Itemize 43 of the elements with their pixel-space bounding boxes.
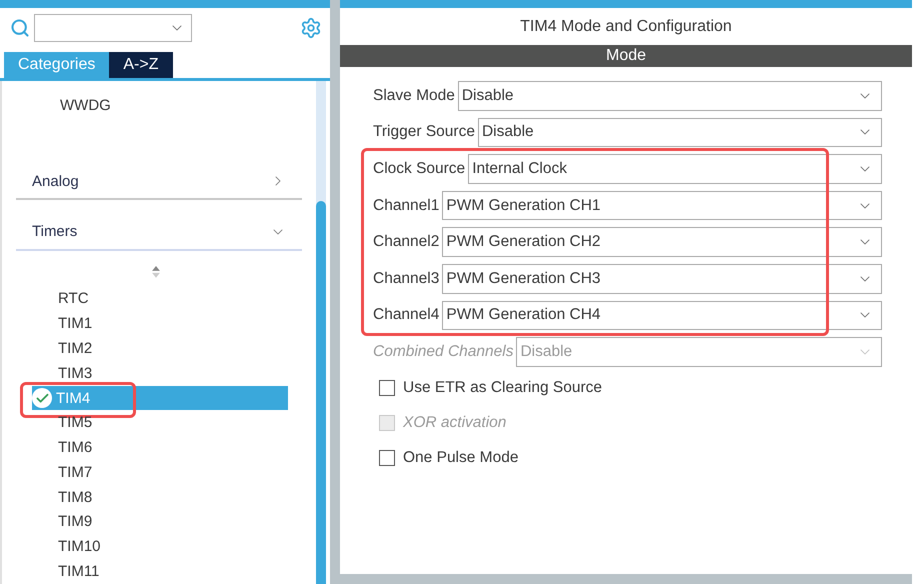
checkbox[interactable] xyxy=(379,450,395,466)
field-label: Channel1 xyxy=(373,196,440,215)
category-header[interactable]: Timers xyxy=(16,214,302,251)
dropdown[interactable]: Internal Clock xyxy=(468,154,882,184)
horizontal-scrollbar[interactable] xyxy=(340,574,912,584)
list-item[interactable]: TIM8 xyxy=(16,484,288,510)
category-header[interactable]: Analog xyxy=(16,164,302,200)
dropdown[interactable]: Disable xyxy=(458,81,882,111)
search-field[interactable] xyxy=(34,14,192,42)
list-item[interactable]: TIM7 xyxy=(16,460,288,485)
list-item[interactable]: TIM2 xyxy=(16,336,288,361)
checkbox[interactable] xyxy=(379,380,395,396)
list-item[interactable]: WWDG xyxy=(60,97,111,114)
list-item[interactable]: TIM11 xyxy=(16,559,288,584)
field-label: Channel4 xyxy=(373,306,440,324)
list-item[interactable]: TIM5 xyxy=(16,410,288,436)
checkbox-label: XOR activation xyxy=(403,414,506,432)
checkbox-label: Use ETR as Clearing Source xyxy=(403,378,602,397)
scrollbar-thumb[interactable] xyxy=(316,201,326,584)
list-item[interactable]: TIM6 xyxy=(16,435,288,460)
dropdown[interactable]: PWM Generation CH2 xyxy=(442,227,882,257)
dropdown[interactable]: PWM Generation CH3 xyxy=(442,264,882,294)
dropdown[interactable]: Disable xyxy=(478,118,882,148)
field-label: Combined Channels xyxy=(373,342,514,361)
section-header: Mode xyxy=(340,45,912,67)
field-label: Clock Source xyxy=(373,160,466,178)
sort-icon[interactable] xyxy=(151,264,161,278)
list-item[interactable]: RTC xyxy=(16,286,288,312)
field-label: Channel2 xyxy=(373,233,440,252)
field-label: Channel3 xyxy=(373,270,440,288)
list-item[interactable]: TIM3 xyxy=(16,360,288,386)
field-label: Trigger Source xyxy=(373,123,475,142)
search-icon[interactable] xyxy=(10,18,30,38)
tab[interactable]: A->Z xyxy=(109,52,172,78)
panel-title: TIM4 Mode and Configuration xyxy=(519,17,733,37)
field-label: Slave Mode xyxy=(373,86,455,105)
dropdown[interactable]: PWM Generation CH4 xyxy=(442,300,882,330)
settings-icon[interactable] xyxy=(300,17,322,39)
list-item[interactable]: TIM1 xyxy=(16,311,288,336)
list-item[interactable]: TIM10 xyxy=(16,534,288,560)
dropdown[interactable]: PWM Generation CH1 xyxy=(442,190,882,220)
checkbox-label: One Pulse Mode xyxy=(403,448,518,467)
list-item[interactable]: TIM9 xyxy=(16,510,288,534)
